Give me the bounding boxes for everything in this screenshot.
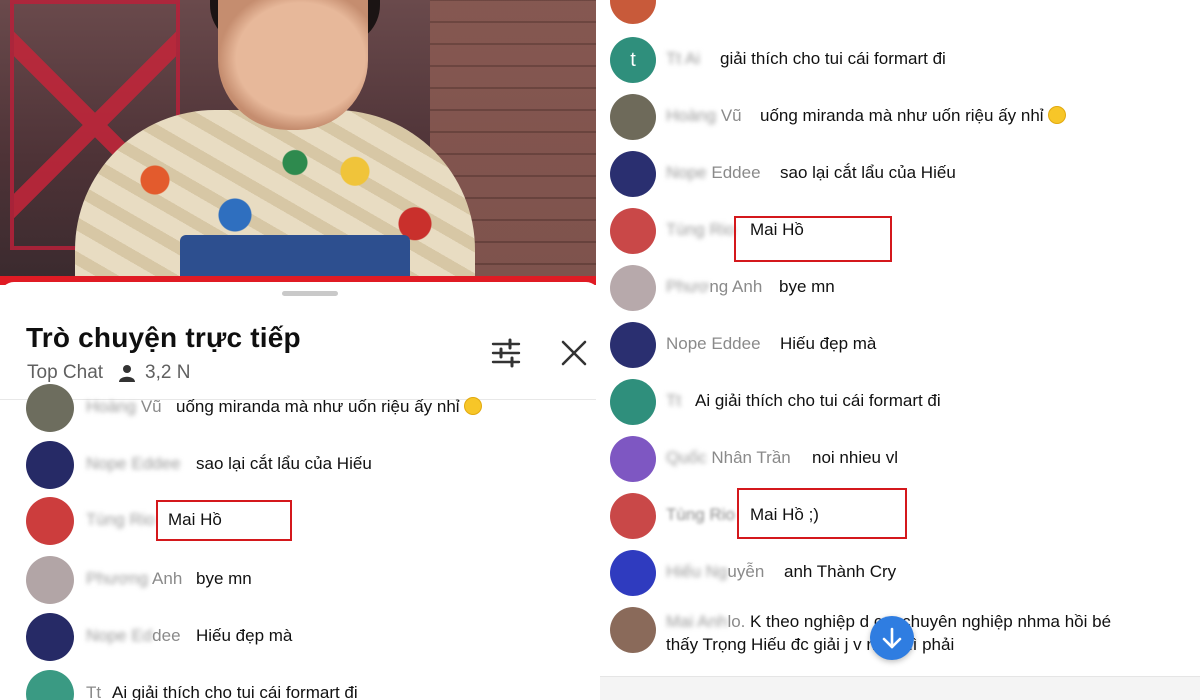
chat-message[interactable]: Nope Eddee sao lại cắt lẩu của Hiếu	[0, 441, 600, 491]
avatar	[26, 384, 74, 432]
message-author: Tt	[666, 391, 682, 410]
chat-subtitle: Top Chat 3,2 N	[27, 362, 190, 384]
left-screenshot: Trò chuyện trực tiếp Top Chat 3,2 N Hoàn…	[0, 0, 600, 700]
chat-message[interactable]: Hiếu Nguyễn anh Thành Cry	[600, 550, 1200, 600]
chat-message[interactable]: Hoàng Vũ uống miranda mà như uốn riệu ấy…	[0, 384, 600, 434]
avatar	[610, 379, 656, 425]
right-screenshot: t Tt Ai giải thích cho tui cái formart đ…	[600, 0, 1200, 700]
avatar	[610, 94, 656, 140]
message-text: bye mn	[779, 277, 835, 296]
message-author: Nope Eddee	[86, 454, 181, 473]
close-icon[interactable]	[558, 337, 590, 369]
chat-message[interactable]: Quốc Nhân Trần noi nhieu vl	[600, 436, 1200, 486]
slightly-smiling-face-icon	[1047, 106, 1066, 124]
person-icon	[119, 365, 136, 382]
chat-message[interactable]: Tt Ai giải thích cho tui cái formart đi	[600, 379, 1200, 429]
chat-message[interactable]: Phương Anh bye mn	[0, 556, 600, 606]
scroll-to-bottom-button[interactable]	[870, 616, 914, 660]
avatar	[26, 613, 74, 661]
arrow-down-icon	[882, 627, 902, 649]
avatar	[610, 151, 656, 197]
message-author: Tt	[86, 683, 102, 700]
message-author: Nope Eddee	[86, 626, 181, 645]
message-author: Hoàng Vũ	[666, 106, 742, 125]
chat-filter-label[interactable]: Top Chat	[27, 362, 103, 384]
avatar	[610, 265, 656, 311]
message-author: Nope Eddee	[666, 163, 761, 182]
avatar	[26, 556, 74, 604]
chat-message[interactable]: Nope Eddee sao lại cắt lẩu của Hiếu	[600, 151, 1200, 201]
chat-message[interactable]: Tùng Rio Mai Hồ	[600, 208, 1200, 258]
avatar	[610, 550, 656, 596]
viewer-count: 3,2 N	[145, 362, 191, 383]
message-text: Ai giải thích cho tui cái formart đi	[695, 391, 941, 410]
chat-input-bar[interactable]	[600, 676, 1200, 700]
chat-message[interactable]: Hoàng Vũ uống miranda mà như uốn riệu ấy…	[600, 94, 1200, 144]
message-author: Phương Anh	[666, 277, 763, 296]
drag-handle[interactable]	[282, 291, 338, 296]
slightly-smiling-face-icon	[463, 397, 482, 415]
chat-message[interactable]: Nope Eddee Hiếu đẹp mà	[600, 322, 1200, 372]
message-author: Nope Eddee	[666, 334, 761, 353]
avatar	[610, 322, 656, 368]
chat-message[interactable]: Tùng Rio Mai Hồ	[0, 497, 600, 547]
message-author: Mai Anhlo.	[666, 612, 746, 631]
chat-message[interactable]: Tt Ai giải thích cho tui cái formart đi	[0, 670, 600, 700]
message-text: Hiếu đẹp mà	[196, 626, 293, 645]
chat-title: Trò chuyện trực tiếp	[26, 322, 301, 353]
message-text: Hiếu đẹp mà	[780, 334, 877, 353]
message-text: Ai giải thích cho tui cái formart đi	[112, 683, 358, 700]
presenter-face	[218, 0, 368, 130]
message-author: Hiếu Nguyễn	[666, 562, 765, 581]
avatar	[26, 670, 74, 700]
message-author: Tt Ai	[666, 49, 701, 68]
highlight-box	[734, 216, 892, 262]
message-text: anh Thành Cry	[784, 562, 897, 581]
message-author: Hoàng Vũ	[86, 397, 162, 416]
avatar	[26, 441, 74, 489]
avatar	[610, 208, 656, 254]
chat-message[interactable]: t Tt Ai giải thích cho tui cái formart đ…	[600, 37, 1200, 87]
message-text: uống miranda mà như uốn riệu ấy nhỉ	[176, 397, 482, 417]
message-text: bye mn	[196, 569, 252, 588]
avatar: t	[610, 37, 656, 83]
message-author: Tùng Rio	[666, 505, 735, 524]
avatar	[26, 497, 74, 545]
message-text: noi nhieu vl	[812, 448, 899, 467]
avatar	[610, 436, 656, 482]
message-text: sao lại cắt lẩu của Hiếu	[196, 454, 372, 473]
message-author: Tùng Rio	[86, 510, 155, 529]
highlight-box	[156, 500, 292, 541]
message-author: Phương Anh	[86, 569, 183, 588]
chat-message[interactable]: Nope Eddee Hiếu đẹp mà	[0, 613, 600, 663]
avatar	[610, 493, 656, 539]
chat-message[interactable]	[600, 0, 1200, 28]
avatar	[610, 0, 656, 24]
chat-message[interactable]: Phương Anh bye mn	[600, 265, 1200, 315]
message-author: Tùng Rio	[666, 220, 735, 239]
highlight-box	[737, 488, 907, 539]
message-text: uống miranda mà như uốn riệu ấy nhỉ	[760, 106, 1066, 126]
message-author: Quốc Nhân Trần	[666, 448, 791, 467]
video-player[interactable]	[0, 0, 600, 285]
message-text: giải thích cho tui cái formart đi	[720, 49, 946, 68]
message-text: sao lại cắt lẩu của Hiếu	[780, 163, 956, 182]
message-text: K theo nghiệp d cer chuyên nghiệp nhma h…	[750, 612, 1112, 631]
avatar	[610, 607, 656, 653]
tune-icon[interactable]	[490, 337, 522, 369]
